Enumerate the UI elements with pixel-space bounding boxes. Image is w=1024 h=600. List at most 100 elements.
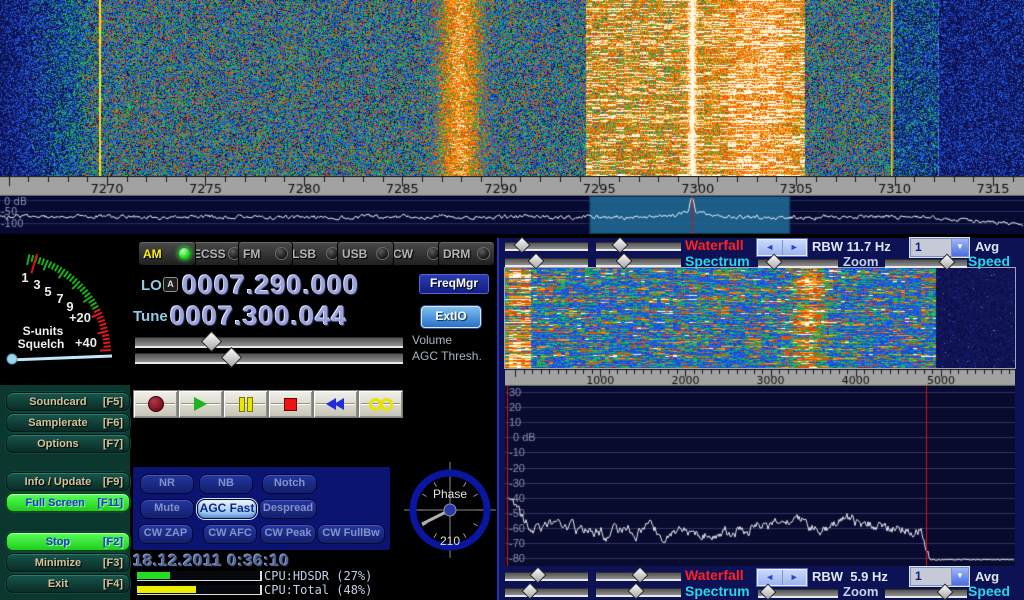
gauge-tick — [10, 356, 112, 360]
lo-label: LO — [141, 277, 162, 294]
waterfall-brightness-slider-top[interactable] — [505, 242, 588, 251]
lo-auto-badge[interactable]: A — [163, 277, 178, 292]
main-waterfall-display[interactable] — [0, 0, 1024, 176]
minimize-button[interactable]: Minimize[F3] — [6, 553, 130, 572]
record-button[interactable] — [133, 390, 178, 418]
speed-slider-top[interactable] — [885, 259, 967, 268]
spectrum-contrast-slider-top[interactable] — [596, 258, 681, 267]
mute-button[interactable]: Mute — [140, 499, 194, 519]
spectrum-tab-bottom[interactable]: Spectrum — [685, 583, 750, 599]
waterfall-tab-top[interactable]: Waterfall — [685, 237, 744, 253]
notch-button[interactable]: Notch — [262, 474, 317, 494]
agc-fast-button[interactable]: AGC Fast — [197, 499, 257, 519]
samplerate-button[interactable]: Samplerate[F6] — [6, 413, 130, 432]
play-icon — [194, 397, 207, 411]
mode-label: AM — [143, 247, 162, 261]
gauge-tick — [473, 524, 477, 527]
cw-zap-button[interactable]: CW ZAP — [138, 524, 193, 544]
waterfall-tab-bottom[interactable]: Waterfall — [685, 567, 744, 583]
gauge-tick — [89, 299, 95, 303]
arrow-right-icon[interactable]: ► — [783, 570, 807, 585]
spectrum-brightness-slider-bottom[interactable] — [505, 588, 588, 597]
button-fkey: [F11] — [97, 497, 123, 509]
mode-button-fm[interactable]: FM — [238, 241, 293, 266]
cw-afc-button[interactable]: CW AFC — [203, 524, 257, 544]
mode-button-am[interactable]: AM — [138, 241, 196, 266]
zoom-frequency-ruler[interactable] — [505, 369, 1015, 386]
main-spectrum-display[interactable] — [0, 196, 1024, 234]
mode-label: FM — [243, 247, 260, 261]
gauge-tick — [67, 274, 71, 280]
zoom-label-top: Zoom — [843, 254, 878, 269]
stop-button[interactable] — [268, 390, 313, 418]
rbw-value-top: RBW 11.7 Hz — [812, 239, 891, 254]
gauge-label: 5 — [44, 284, 51, 299]
arrow-right-icon[interactable]: ► — [783, 240, 807, 255]
rbw-spinner-bottom[interactable]: ◄ ► — [757, 569, 807, 586]
waterfall-brightness-slider-bottom[interactable] — [505, 572, 588, 581]
agc-threshold-slider[interactable] — [135, 353, 403, 364]
gauge-label: Phase — [433, 487, 467, 501]
button-fkey: [F7] — [103, 438, 123, 450]
mode-button-lsb[interactable]: LSB — [287, 241, 344, 266]
cw-fullbw-button[interactable]: CW FullBw — [317, 524, 385, 544]
button-fkey: [F3] — [103, 557, 123, 569]
gauge-label: Squelch — [18, 337, 65, 351]
lo-frequency-value[interactable]: 0007.290.000 — [182, 270, 359, 301]
despread-button[interactable]: Despread — [259, 499, 317, 519]
s-meter[interactable]: 13579+20+40S-unitsSquelch — [0, 238, 130, 386]
zoom-spectrum-display[interactable] — [505, 386, 1015, 566]
squelch-knob[interactable] — [7, 354, 17, 364]
nr-button[interactable]: NR — [140, 474, 194, 494]
cw-peak-button[interactable]: CW Peak — [260, 524, 316, 544]
gauge-label: 7 — [56, 291, 63, 306]
gauge-tick — [98, 320, 105, 322]
avg-select-top[interactable]: 1 ▼ — [910, 238, 969, 257]
options-button[interactable]: Options[F7] — [6, 434, 130, 453]
zoom-label-bottom: Zoom — [843, 584, 878, 599]
freqmgr-button[interactable]: FreqMgr — [419, 274, 489, 294]
zoom-slider-bottom[interactable] — [758, 589, 838, 598]
spectrum-contrast-slider-bottom[interactable] — [596, 588, 681, 597]
stop-button[interactable]: Stop[F2] — [6, 532, 130, 551]
button-label: Soundcard — [13, 396, 103, 408]
waterfall-contrast-slider-top[interactable] — [596, 242, 681, 251]
slider-thumb[interactable] — [201, 331, 222, 352]
avg-select-bottom[interactable]: 1 ▼ — [910, 567, 969, 586]
rbw-spinner-top[interactable]: ◄ ► — [757, 239, 807, 256]
dropdown-arrow-icon[interactable]: ▼ — [951, 239, 968, 256]
slider-thumb[interactable] — [221, 347, 242, 368]
cpu-hdsdr-bar — [137, 571, 262, 581]
full-screen-button[interactable]: Full Screen[F11] — [6, 493, 130, 512]
rewind-button[interactable] — [313, 390, 358, 418]
loop-button[interactable] — [358, 390, 403, 418]
tune-label: Tune — [133, 308, 168, 325]
loop-icon — [369, 398, 393, 411]
arrow-left-icon[interactable]: ◄ — [758, 570, 783, 585]
mode-button-drm[interactable]: DRM — [438, 241, 495, 266]
nb-button[interactable]: NB — [199, 474, 253, 494]
zoom-slider-top[interactable] — [758, 259, 838, 268]
speed-slider-bottom[interactable] — [885, 589, 967, 598]
gauge-tick — [44, 260, 48, 270]
arrow-left-icon[interactable]: ◄ — [758, 240, 783, 255]
pause-button[interactable] — [223, 390, 268, 418]
mode-button-cw[interactable]: CW — [388, 241, 445, 266]
spectrum-brightness-slider-top[interactable] — [505, 258, 588, 267]
rewind-icon — [328, 398, 344, 410]
exit-button[interactable]: Exit[F4] — [6, 574, 130, 593]
play-button[interactable] — [178, 390, 223, 418]
zoom-waterfall-display[interactable] — [505, 268, 1015, 368]
tune-frequency-value[interactable]: 0007.300.044 — [170, 301, 347, 332]
spectrum-tab-top[interactable]: Spectrum — [685, 253, 750, 269]
extio-button[interactable]: ExtIO — [421, 306, 481, 328]
mode-label: USB — [342, 247, 367, 261]
info-update-button[interactable]: Info / Update[F9] — [6, 472, 130, 491]
stop-icon — [284, 398, 297, 411]
waterfall-contrast-slider-bottom[interactable] — [596, 572, 681, 581]
soundcard-button[interactable]: Soundcard[F5] — [6, 392, 130, 411]
mode-button-usb[interactable]: USB — [337, 241, 394, 266]
dropdown-arrow-icon[interactable]: ▼ — [951, 568, 968, 585]
main-frequency-ruler[interactable] — [0, 176, 1024, 196]
volume-slider[interactable] — [135, 337, 403, 348]
